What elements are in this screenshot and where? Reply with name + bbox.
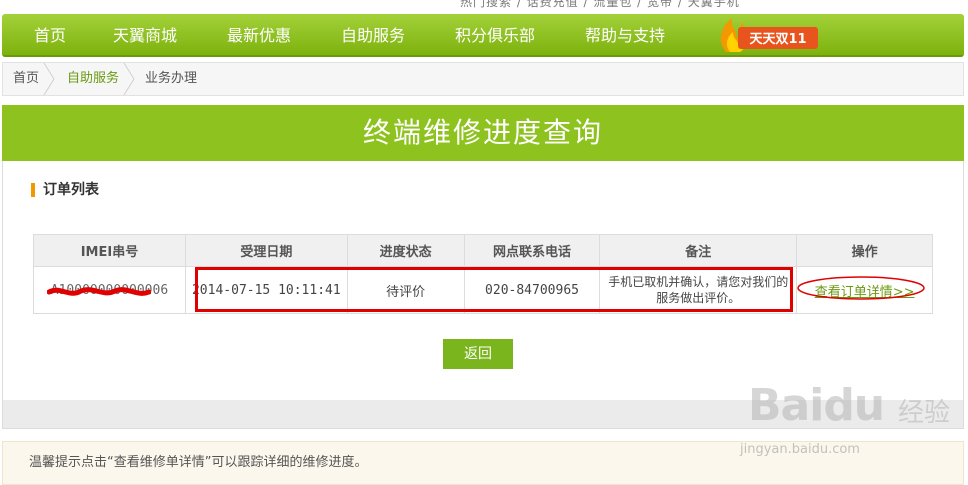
section-marker bbox=[31, 183, 35, 197]
breadcrumb: 首页 自助服务 业务办理 bbox=[2, 62, 964, 96]
col-header-status: 进度状态 bbox=[346, 234, 465, 267]
top-links-strip: 热门搜索 / 话费充值 / 流量包 / 宽带 / 天翼手机 bbox=[0, 0, 968, 14]
nav-item-help[interactable]: 帮助与支持 bbox=[585, 14, 665, 57]
watermark-url: jingyan.baidu.com bbox=[740, 442, 860, 457]
page-title: 终端维修进度查询 bbox=[362, 116, 603, 149]
highlight-box bbox=[195, 267, 793, 312]
breadcrumb-current: 业务办理 bbox=[145, 71, 198, 86]
nav-item-mall[interactable]: 天翼商城 bbox=[113, 14, 177, 57]
col-header-action: 操作 bbox=[796, 234, 933, 267]
highlight-ellipse-icon bbox=[796, 275, 925, 300]
view-order-detail-link[interactable]: 查看订单详情>> bbox=[796, 275, 925, 300]
breadcrumb-home[interactable]: 首页 bbox=[13, 63, 39, 95]
section-title-text: 订单列表 bbox=[43, 182, 99, 198]
nav-item-self-service[interactable]: 自助服务 bbox=[341, 14, 405, 57]
imei-redacted: A10000000000006 bbox=[46, 283, 168, 298]
main-nav: 首页 天翼商城 最新优惠 自助服务 积分俱乐部 帮助与支持 天天双11 bbox=[2, 14, 964, 57]
chevron-right-icon bbox=[123, 63, 135, 95]
promo-logo-icon[interactable]: 天天双11 bbox=[716, 16, 820, 54]
redaction-scribble-icon bbox=[46, 286, 151, 296]
baidu-watermark: Baidu 经验 jingyan.baidu.com bbox=[740, 380, 958, 470]
breadcrumb-self-service[interactable]: 自助服务 bbox=[67, 63, 119, 95]
nav-item-home[interactable]: 首页 bbox=[34, 14, 66, 57]
watermark-brand: Baidu bbox=[748, 380, 885, 431]
col-header-note: 备注 bbox=[599, 234, 798, 267]
back-button[interactable]: 返回 bbox=[443, 339, 513, 369]
watermark-cn: 经验 bbox=[898, 398, 951, 428]
col-header-date: 受理日期 bbox=[184, 234, 348, 267]
col-header-phone: 网点联系电话 bbox=[463, 234, 601, 267]
nav-item-offers[interactable]: 最新优惠 bbox=[227, 14, 291, 57]
table-header-row: IMEI串号 受理日期 进度状态 网点联系电话 备注 操作 bbox=[33, 234, 933, 267]
top-links-text: 热门搜索 / 话费充值 / 流量包 / 宽带 / 天翼手机 bbox=[460, 0, 740, 9]
page-title-banner: 终端维修进度查询 bbox=[2, 105, 964, 161]
chevron-right-icon bbox=[43, 63, 55, 95]
cell-imei: A10000000000006 bbox=[33, 266, 186, 314]
col-header-imei: IMEI串号 bbox=[33, 234, 186, 267]
cell-action: 查看订单详情>> bbox=[796, 266, 933, 314]
promo-text: 天天双11 bbox=[749, 32, 806, 47]
section-title: 订单列表 bbox=[31, 181, 99, 199]
nav-item-points-club[interactable]: 积分俱乐部 bbox=[455, 14, 535, 57]
